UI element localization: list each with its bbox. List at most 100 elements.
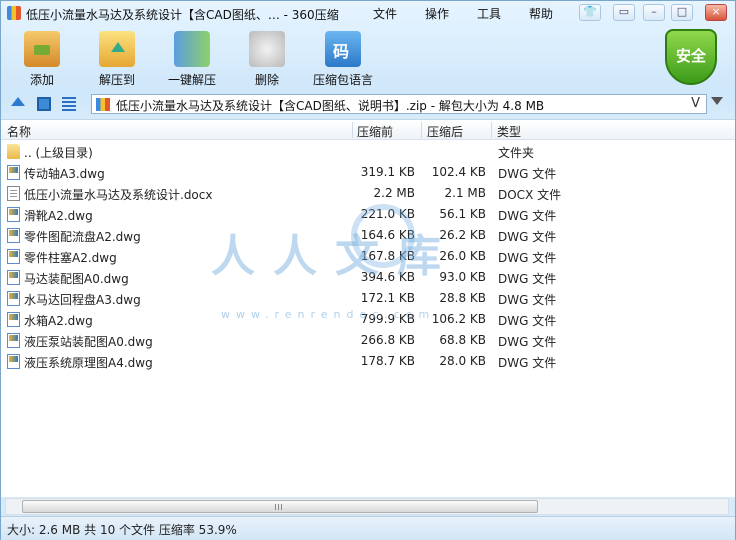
add-label: 添加: [29, 73, 54, 87]
add-button[interactable]: 添加: [7, 31, 77, 88]
file-name: 液压系统原理图A4.dwg: [24, 356, 153, 370]
file-type: DWG 文件: [498, 293, 557, 307]
address-v-mark[interactable]: V: [691, 96, 700, 111]
table-row[interactable]: 低压小流量水马达及系统设计.docx 2.2 MB 2.1 MB DOCX 文件: [1, 183, 735, 204]
zip-icon: [96, 98, 110, 111]
archive-language-button[interactable]: 压缩包语言: [307, 31, 379, 88]
file-size-after: 106.2 KB: [431, 312, 486, 326]
skin-shirt-icon[interactable]: 👕: [579, 4, 601, 21]
dwg-file-icon: [7, 228, 20, 243]
toolbar: 添加 解压到 一键解压 删除 压缩包语言: [1, 25, 735, 91]
file-name: 零件柱塞A2.dwg: [24, 251, 117, 265]
table-row[interactable]: 水马达回程盘A3.dwg 172.1 KB 28.8 KB DWG 文件: [1, 288, 735, 309]
minimize-button[interactable]: –: [643, 4, 665, 21]
file-name: 零件图配流盘A2.dwg: [24, 230, 141, 244]
file-name: 水马达回程盘A3.dwg: [24, 293, 141, 307]
list-view-icon[interactable]: [62, 97, 76, 111]
dwg-file-icon: [7, 291, 20, 306]
table-row[interactable]: 传动轴A3.dwg 319.1 KB 102.4 KB DWG 文件: [1, 162, 735, 183]
maximize-button[interactable]: □: [671, 4, 693, 21]
address-row: 低压小流量水马达及系统设计【含CAD图纸、说明书】.zip - 解包大小为 4.…: [1, 91, 735, 117]
one-click-extract-label: 一键解压: [167, 73, 216, 87]
file-size-before: 172.1 KB: [360, 291, 415, 305]
file-size-before: 164.6 KB: [360, 228, 415, 242]
table-row[interactable]: 液压泵站装配图A0.dwg 266.8 KB 68.8 KB DWG 文件: [1, 330, 735, 351]
table-row[interactable]: 液压系统原理图A4.dwg 178.7 KB 28.0 KB DWG 文件: [1, 351, 735, 372]
chevron-down-icon[interactable]: [711, 97, 723, 111]
security-label: 安全: [675, 47, 706, 65]
add-archive-icon: [24, 31, 60, 67]
one-click-extract-button[interactable]: 一键解压: [157, 31, 227, 88]
file-size-after: 56.1 KB: [439, 207, 486, 221]
title-bar: 低压小流量水马达及系统设计【含CAD图纸、… - 360压缩 文件 操作 工具 …: [1, 1, 735, 25]
dwg-file-icon: [7, 312, 20, 327]
app-window: 低压小流量水马达及系统设计【含CAD图纸、… - 360压缩 文件 操作 工具 …: [0, 0, 736, 540]
file-type: DWG 文件: [498, 356, 557, 370]
dwg-file-icon: [7, 354, 20, 369]
menu-file[interactable]: 文件: [373, 5, 397, 22]
file-size-before: 167.8 KB: [360, 249, 415, 263]
file-size-after: 93.0 KB: [439, 270, 486, 284]
one-click-extract-icon: [174, 31, 210, 67]
status-bar: 大小: 2.6 MB 共 10 个文件 压缩率 53.9%: [1, 516, 735, 540]
file-type: DWG 文件: [498, 230, 557, 244]
column-original[interactable]: 压缩后: [427, 123, 463, 140]
address-bar[interactable]: 低压小流量水马达及系统设计【含CAD图纸、说明书】.zip - 解包大小为 4.…: [91, 94, 707, 114]
folder-icon: [7, 144, 20, 159]
file-size-before: 221.0 KB: [360, 207, 415, 221]
extract-to-button[interactable]: 解压到: [82, 31, 152, 88]
file-size-after: 28.0 KB: [439, 354, 486, 368]
menu-tools[interactable]: 工具: [477, 5, 501, 22]
column-name[interactable]: 名称: [7, 123, 31, 140]
dwg-file-icon: [7, 249, 20, 264]
extract-to-label: 解压到: [98, 73, 135, 87]
table-row[interactable]: 马达装配图A0.dwg 394.6 KB 93.0 KB DWG 文件: [1, 267, 735, 288]
thumbnail-view-icon[interactable]: [37, 97, 51, 111]
file-name: 低压小流量水马达及系统设计.docx: [24, 188, 213, 202]
list-item-parent[interactable]: .. (上级目录) 文件夹: [1, 141, 735, 162]
file-size-before: 178.7 KB: [360, 354, 415, 368]
archive-language-icon: [325, 31, 361, 67]
column-compressed[interactable]: 压缩前: [357, 123, 393, 140]
feedback-icon[interactable]: ▭: [613, 4, 635, 21]
dwg-file-icon: [7, 165, 20, 180]
file-name: 液压泵站装配图A0.dwg: [24, 335, 153, 349]
scroll-right-icon[interactable]: [716, 503, 724, 511]
dwg-file-icon: [7, 270, 20, 285]
column-type[interactable]: 类型: [497, 123, 521, 140]
column-divider: [491, 122, 492, 138]
file-size-after: 26.0 KB: [439, 249, 486, 263]
file-name: 传动轴A3.dwg: [24, 167, 105, 181]
close-button[interactable]: ×: [705, 4, 727, 21]
dwg-file-icon: [7, 333, 20, 348]
file-type: DWG 文件: [498, 314, 557, 328]
delete-label: 删除: [254, 73, 279, 87]
docx-file-icon: [7, 186, 20, 201]
file-size-after: 2.1 MB: [444, 186, 486, 200]
status-text: 大小: 2.6 MB 共 10 个文件 压缩率 53.9%: [7, 523, 237, 537]
dwg-file-icon: [7, 207, 20, 222]
table-row[interactable]: 滑靴A2.dwg 221.0 KB 56.1 KB DWG 文件: [1, 204, 735, 225]
table-row[interactable]: 零件柱塞A2.dwg 167.8 KB 26.0 KB DWG 文件: [1, 246, 735, 267]
file-size-after: 26.2 KB: [439, 228, 486, 242]
file-name: 水箱A2.dwg: [24, 314, 93, 328]
file-size-after: 68.8 KB: [439, 333, 486, 347]
list-header: 名称 压缩前 压缩后 类型: [1, 120, 735, 140]
file-type: 文件夹: [498, 146, 535, 160]
table-row[interactable]: 零件图配流盘A2.dwg 164.6 KB 26.2 KB DWG 文件: [1, 225, 735, 246]
file-size-after: 28.8 KB: [439, 291, 486, 305]
file-name: 滑靴A2.dwg: [24, 209, 93, 223]
security-shield-icon[interactable]: 安全: [665, 29, 717, 85]
extract-to-icon: [99, 31, 135, 67]
scroll-thumb[interactable]: [22, 500, 538, 513]
file-type: DWG 文件: [498, 209, 557, 223]
horizontal-scrollbar[interactable]: [5, 498, 729, 515]
delete-button[interactable]: 删除: [232, 31, 302, 88]
file-size-before: 394.6 KB: [360, 270, 415, 284]
file-size-before: 2.2 MB: [373, 186, 415, 200]
menu-help[interactable]: 帮助: [529, 5, 553, 22]
up-level-icon[interactable]: [11, 97, 25, 106]
scroll-left-icon[interactable]: [10, 503, 18, 511]
menu-operation[interactable]: 操作: [425, 5, 449, 22]
table-row[interactable]: 水箱A2.dwg 799.9 KB 106.2 KB DWG 文件: [1, 309, 735, 330]
